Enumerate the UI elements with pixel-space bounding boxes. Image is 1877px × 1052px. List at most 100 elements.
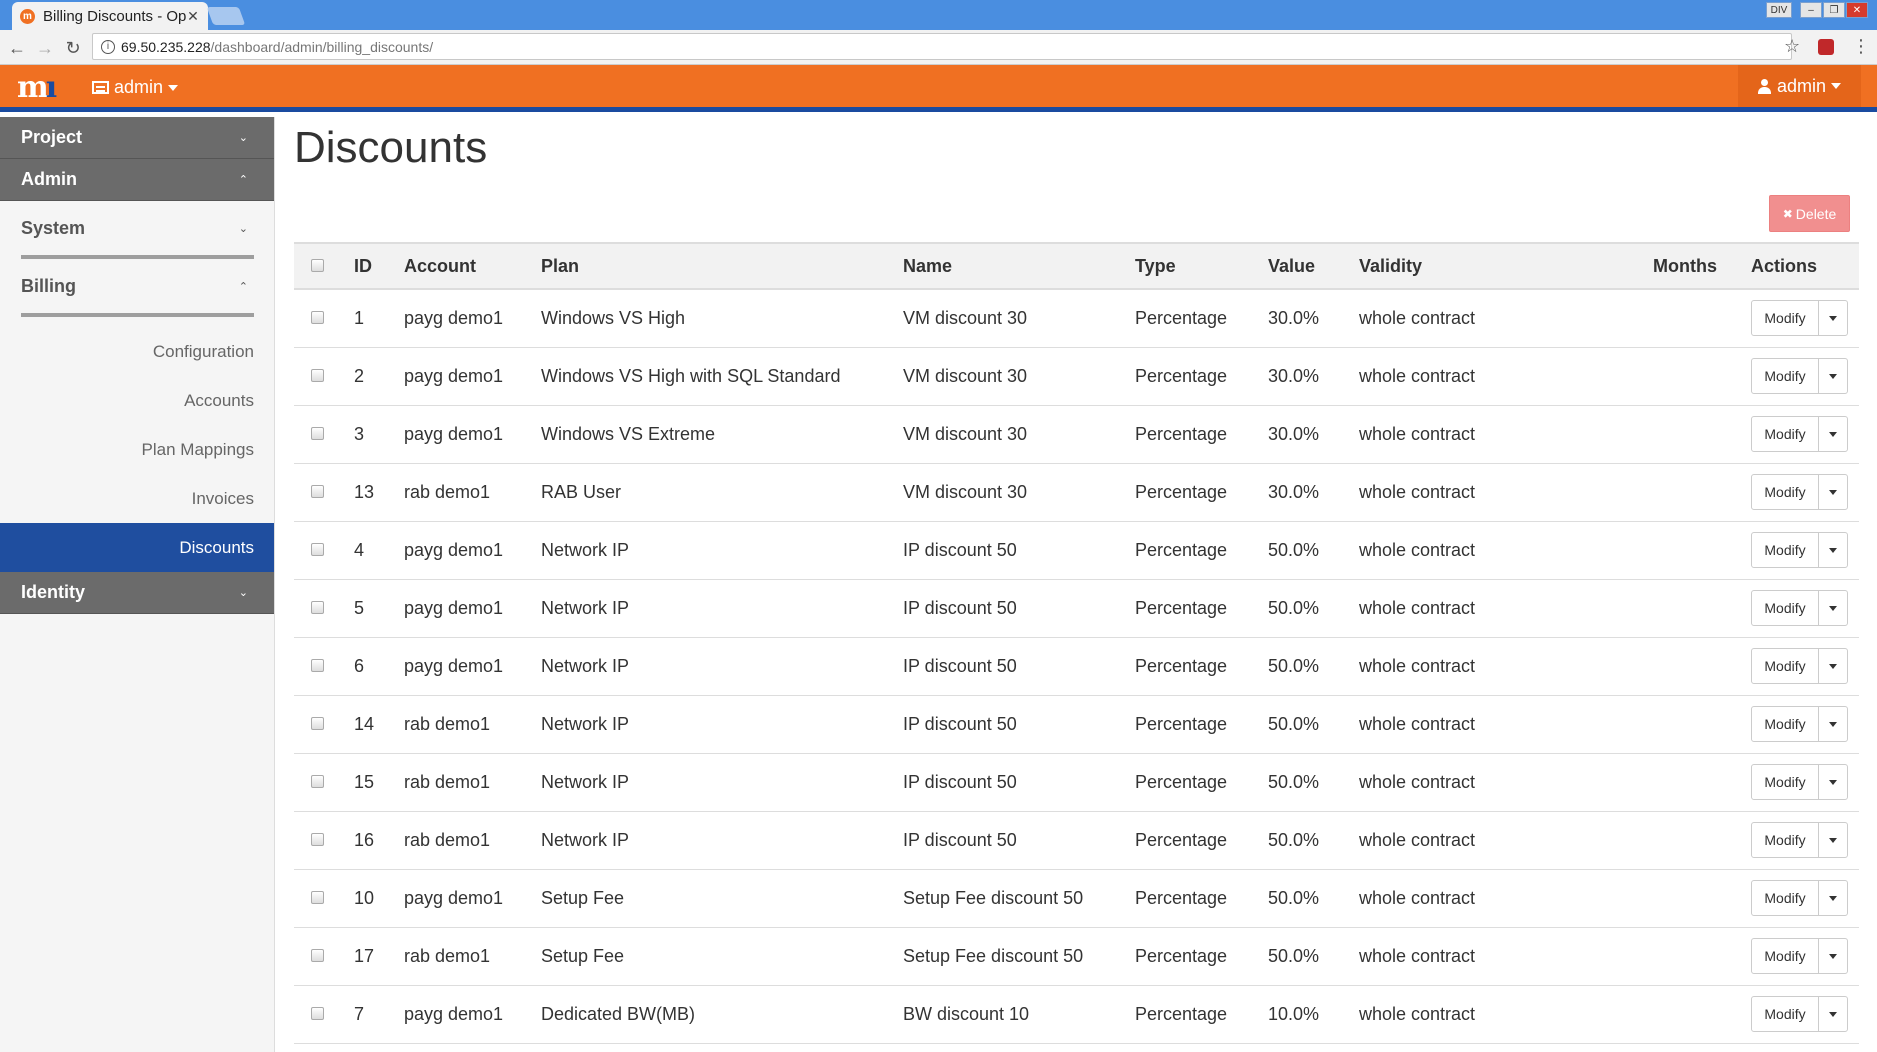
cell-type: Percentage — [1135, 579, 1268, 638]
column-header-id[interactable]: ID — [354, 242, 404, 290]
column-header-type[interactable]: Type — [1135, 242, 1268, 290]
modify-button[interactable]: Modify — [1752, 533, 1819, 567]
table-row: 3 payg demo1 Windows VS Extreme VM discount… — [294, 405, 1859, 464]
sidebar-section-identity[interactable]: Identity ⌄ — [0, 572, 274, 614]
cell-type: Percentage — [1135, 463, 1268, 522]
column-header-months[interactable]: Months — [1653, 242, 1751, 290]
sidebar-group-system[interactable]: System ⌄ — [21, 201, 254, 259]
modify-button[interactable]: Modify — [1752, 649, 1819, 683]
sidebar-item-configuration[interactable]: Configuration — [0, 327, 274, 376]
row-actions-dropdown-toggle[interactable] — [1819, 533, 1847, 567]
row-checkbox[interactable] — [311, 948, 324, 962]
user-dropdown[interactable]: admin — [1737, 65, 1861, 107]
row-checkbox[interactable] — [311, 716, 324, 730]
modify-button[interactable]: Modify — [1752, 417, 1819, 451]
logo[interactable]: mı — [17, 73, 57, 103]
select-all-checkbox[interactable] — [311, 258, 324, 272]
cell-id: 5 — [354, 579, 404, 638]
sidebar-group-billing[interactable]: Billing ⌃ — [21, 259, 254, 317]
modify-button[interactable]: Modify — [1752, 707, 1819, 741]
cell-validity: whole contract — [1359, 869, 1653, 928]
row-checkbox[interactable] — [311, 774, 324, 788]
select-all-cell — [294, 242, 354, 290]
row-checkbox[interactable] — [311, 368, 324, 382]
window-close-button[interactable]: ✕ — [1846, 2, 1868, 18]
modify-button[interactable]: Modify — [1752, 475, 1819, 509]
sidebar-section-label: Identity — [21, 582, 86, 602]
row-checkbox[interactable] — [311, 890, 324, 904]
url-input[interactable]: i 69.50.235.228 /dashboard/admin/billing… — [92, 33, 1792, 60]
row-actions-dropdown-toggle[interactable] — [1819, 417, 1847, 451]
tab-close-icon[interactable]: ✕ — [186, 8, 200, 25]
modify-button[interactable]: Modify — [1752, 997, 1819, 1031]
sidebar-item-invoices[interactable]: Invoices — [0, 474, 274, 523]
sidebar-item-accounts[interactable]: Accounts — [0, 376, 274, 425]
back-arrow-icon[interactable]: ← — [6, 38, 28, 59]
sidebar-section-project[interactable]: Project ⌄ — [0, 117, 274, 159]
reload-icon[interactable]: ↻ — [62, 38, 84, 59]
sidebar-item-plan-mappings[interactable]: Plan Mappings — [0, 425, 274, 474]
row-actions-dropdown-toggle[interactable] — [1819, 707, 1847, 741]
row-checkbox[interactable] — [311, 426, 324, 440]
modify-button[interactable]: Modify — [1752, 359, 1819, 393]
row-actions-dropdown-toggle[interactable] — [1819, 997, 1847, 1031]
column-header-plan[interactable]: Plan — [541, 242, 903, 290]
column-header-name[interactable]: Name — [903, 242, 1135, 290]
sidebar-section-admin[interactable]: Admin ⌃ — [0, 159, 274, 201]
browser-menu-icon[interactable]: ⋮ — [1852, 36, 1870, 57]
row-checkbox[interactable] — [311, 542, 324, 556]
forward-arrow-icon[interactable]: → — [34, 38, 56, 59]
cell-plan: Network IP — [541, 695, 903, 754]
row-actions-dropdown-toggle[interactable] — [1819, 301, 1847, 335]
row-action-group: Modify — [1751, 416, 1848, 452]
sidebar-group-label: Billing — [21, 275, 76, 296]
row-checkbox[interactable] — [311, 600, 324, 614]
cell-months — [1653, 811, 1751, 870]
column-header-account[interactable]: Account — [404, 242, 541, 290]
row-checkbox[interactable] — [311, 658, 324, 672]
extension-shield-icon[interactable] — [1818, 39, 1834, 55]
modify-button[interactable]: Modify — [1752, 765, 1819, 799]
row-actions-dropdown-toggle[interactable] — [1819, 765, 1847, 799]
modify-button[interactable]: Modify — [1752, 823, 1819, 857]
admin-dropdown[interactable]: admin — [92, 77, 179, 98]
caret-down-icon — [1829, 721, 1837, 727]
modify-button[interactable]: Modify — [1752, 591, 1819, 625]
info-icon[interactable]: i — [101, 39, 115, 54]
new-tab-button[interactable] — [206, 7, 246, 25]
tab-title: Billing Discounts - Op — [43, 7, 186, 25]
minimize-button[interactable]: – — [1800, 2, 1822, 18]
row-actions-dropdown-toggle[interactable] — [1819, 823, 1847, 857]
column-header-validity[interactable]: Validity — [1359, 242, 1653, 290]
row-actions-dropdown-toggle[interactable] — [1819, 359, 1847, 393]
maximize-button[interactable]: ❐ — [1823, 2, 1845, 18]
cell-name: VM discount 30 — [903, 463, 1135, 522]
sidebar-item-discounts[interactable]: Discounts — [0, 523, 274, 572]
cell-id: 4 — [354, 521, 404, 580]
row-actions-dropdown-toggle[interactable] — [1819, 475, 1847, 509]
row-action-group: Modify — [1751, 474, 1848, 510]
cell-value: 50.0% — [1268, 695, 1359, 754]
browser-tab[interactable]: m Billing Discounts - Op ✕ — [12, 2, 208, 30]
cell-name: VM discount 30 — [903, 347, 1135, 406]
row-select-cell — [294, 753, 354, 812]
modify-button[interactable]: Modify — [1752, 301, 1819, 336]
row-actions-dropdown-toggle[interactable] — [1819, 881, 1847, 915]
row-checkbox[interactable] — [311, 832, 324, 846]
cell-value: 30.0% — [1268, 347, 1359, 406]
row-actions-dropdown-toggle[interactable] — [1819, 649, 1847, 683]
cell-value: 50.0% — [1268, 927, 1359, 986]
cell-name: IP discount 50 — [903, 579, 1135, 638]
row-checkbox[interactable] — [311, 1006, 324, 1020]
modify-button[interactable]: Modify — [1752, 881, 1819, 915]
column-header-value[interactable]: Value — [1268, 242, 1359, 290]
row-checkbox[interactable] — [311, 484, 324, 498]
bookmark-star-icon[interactable]: ☆ — [1784, 36, 1800, 57]
row-checkbox[interactable] — [311, 310, 324, 324]
row-actions-dropdown-toggle[interactable] — [1819, 939, 1847, 973]
cell-type: Percentage — [1135, 637, 1268, 696]
cell-type: Percentage — [1135, 347, 1268, 406]
row-actions-dropdown-toggle[interactable] — [1819, 591, 1847, 625]
modify-button[interactable]: Modify — [1752, 939, 1819, 973]
delete-button[interactable]: ✖ Delete — [1769, 195, 1850, 232]
